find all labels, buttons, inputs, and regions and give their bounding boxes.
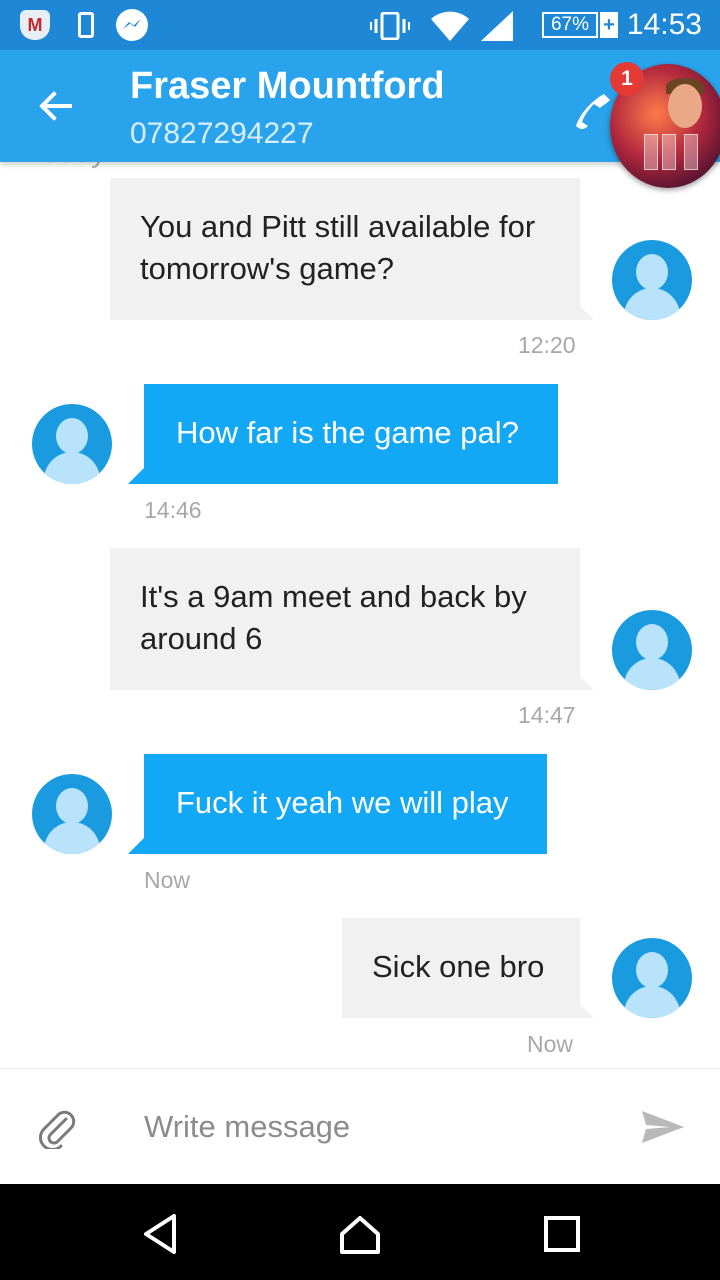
back-arrow-icon[interactable] xyxy=(36,86,76,126)
avatar xyxy=(32,774,112,854)
bubble-tail xyxy=(578,304,594,320)
status-bar: M 67% + 14:53 xyxy=(0,0,720,50)
message-bubble-outgoing[interactable]: How far is the game pal? xyxy=(144,384,558,484)
mcafee-icon: M xyxy=(20,10,50,40)
phone-sync-icon xyxy=(78,12,94,38)
message-text: You and Pitt still available for tomorro… xyxy=(140,209,536,286)
message-text: Fuck it yeah we will play xyxy=(176,785,509,820)
battery-saver-icon: + xyxy=(600,12,618,38)
message-bubble-incoming[interactable]: You and Pitt still available for tomorro… xyxy=(110,178,580,320)
message-timestamp: Now xyxy=(144,867,191,893)
wifi-icon xyxy=(431,11,469,41)
bubble-tail xyxy=(128,838,144,854)
avatar xyxy=(32,404,112,484)
bubble-tail xyxy=(578,1002,594,1018)
paperclip-icon[interactable] xyxy=(38,1107,76,1149)
vibrate-icon xyxy=(370,12,410,40)
battery-icon: 67% xyxy=(542,12,598,38)
message-input[interactable] xyxy=(144,1105,604,1149)
back-nav-icon[interactable] xyxy=(138,1212,182,1256)
message-text: How far is the game pal? xyxy=(176,415,519,450)
navigation-bar xyxy=(0,1184,720,1280)
avatar xyxy=(612,938,692,1018)
message-timestamp: 14:46 xyxy=(144,497,202,523)
message-bubble-incoming[interactable]: It's a 9am meet and back by around 6 xyxy=(110,548,580,690)
message-timestamp: 12:20 xyxy=(518,332,576,358)
home-nav-icon[interactable] xyxy=(338,1212,382,1256)
bubble-tail xyxy=(578,674,594,690)
message-text: Sick one bro xyxy=(372,949,545,984)
signal-icon xyxy=(481,11,513,41)
message-timestamp: Now xyxy=(527,1031,574,1057)
message-composer xyxy=(0,1068,720,1185)
message-text: It's a 9am meet and back by around 6 xyxy=(140,579,527,656)
message-bubble-outgoing[interactable]: Fuck it yeah we will play xyxy=(144,754,547,854)
avatar xyxy=(612,610,692,690)
conversation-header: Fraser Mountford 07827294227 xyxy=(0,50,720,188)
bubble-tail xyxy=(128,468,144,484)
messenger-icon xyxy=(116,9,148,41)
status-time: 14:53 xyxy=(626,8,702,41)
contact-phone-number: 07827294227 xyxy=(130,117,314,150)
notification-badge: 1 xyxy=(610,62,644,96)
message-bubble-incoming[interactable]: Sick one bro xyxy=(342,918,580,1018)
avatar xyxy=(612,240,692,320)
send-icon[interactable] xyxy=(640,1109,686,1145)
call-icon[interactable] xyxy=(570,88,614,132)
contact-name: Fraser Mountford xyxy=(130,65,445,107)
message-timestamp: 14:47 xyxy=(518,702,576,728)
recents-nav-icon[interactable] xyxy=(540,1212,584,1256)
